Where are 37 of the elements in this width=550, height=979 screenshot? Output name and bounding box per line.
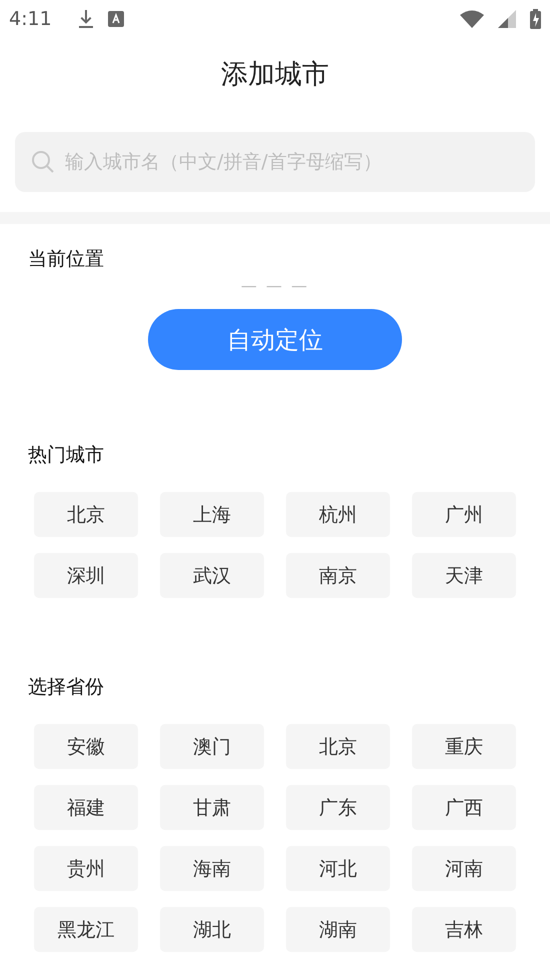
signal-icon <box>498 10 516 28</box>
province-tile[interactable]: 吉林 <box>412 907 516 952</box>
city-tile[interactable]: 南京 <box>286 553 390 598</box>
province-tile[interactable]: 广东 <box>286 785 390 830</box>
province-tile[interactable]: 北京 <box>286 724 390 769</box>
section-heading: 选择省份 <box>28 675 105 700</box>
city-tile[interactable]: 上海 <box>160 492 264 537</box>
city-tile[interactable]: 天津 <box>412 553 516 598</box>
province-tile[interactable]: 安徽 <box>34 724 138 769</box>
search-icon <box>31 150 55 174</box>
city-tile[interactable]: 深圳 <box>34 553 138 598</box>
auto-locate-button[interactable]: 自动定位 <box>148 309 402 370</box>
section-heading: 当前位置 <box>28 247 105 272</box>
city-tile[interactable]: 广州 <box>412 492 516 537</box>
keyboard-a-icon <box>108 11 124 27</box>
province-tile[interactable]: 河南 <box>412 846 516 891</box>
page-title: 添加城市 <box>221 58 329 92</box>
province-tile[interactable]: 甘肃 <box>160 785 264 830</box>
city-tile[interactable]: 杭州 <box>286 492 390 537</box>
province-tile[interactable]: 福建 <box>34 785 138 830</box>
province-tile[interactable]: 河北 <box>286 846 390 891</box>
province-tile[interactable]: 湖南 <box>286 907 390 952</box>
province-tile[interactable]: 广西 <box>412 785 516 830</box>
section-heading: 热门城市 <box>28 443 105 468</box>
province-tile[interactable]: 湖北 <box>160 907 264 952</box>
province-tile[interactable]: 澳门 <box>160 724 264 769</box>
province-tile[interactable]: 海南 <box>160 846 264 891</box>
battery-charging-icon <box>530 9 541 29</box>
province-tile[interactable]: 重庆 <box>412 724 516 769</box>
download-icon <box>78 9 94 29</box>
province-tile[interactable]: 贵州 <box>34 846 138 891</box>
city-tile[interactable]: 北京 <box>34 492 138 537</box>
city-tile[interactable]: 武汉 <box>160 553 264 598</box>
province-tile[interactable]: 黑龙江 <box>34 907 138 952</box>
status-time: 4:11 <box>9 8 52 30</box>
wifi-icon <box>460 10 484 28</box>
location-value: — — — <box>240 276 310 295</box>
